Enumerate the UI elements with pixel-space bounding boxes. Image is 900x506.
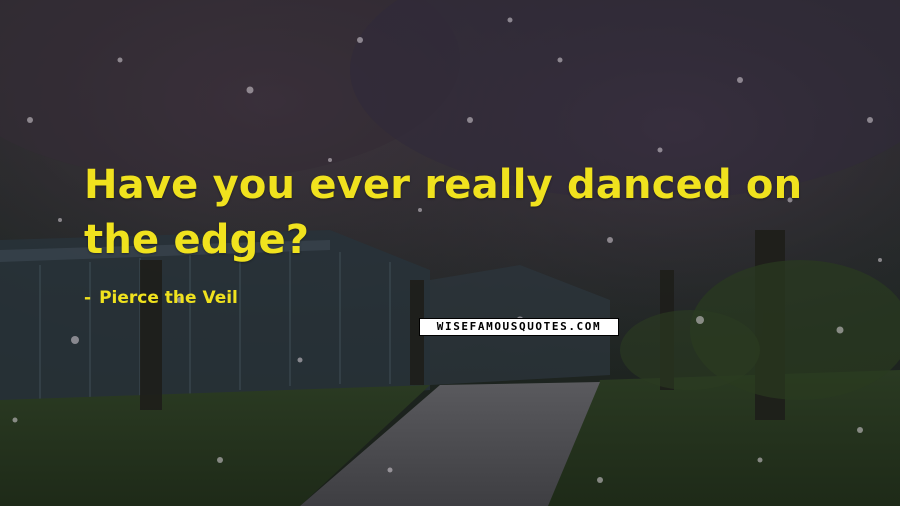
author-dash: - bbox=[84, 288, 92, 308]
quote-card: Have you ever really danced on the edge?… bbox=[0, 0, 900, 506]
quote-text: Have you ever really danced on the edge? bbox=[84, 162, 803, 263]
watermark-logo: WISEFAMOUSQUOTES.COM bbox=[419, 318, 619, 336]
quote-author: - Pierce the Veil bbox=[84, 287, 238, 309]
author-name: Pierce the Veil bbox=[99, 288, 238, 308]
